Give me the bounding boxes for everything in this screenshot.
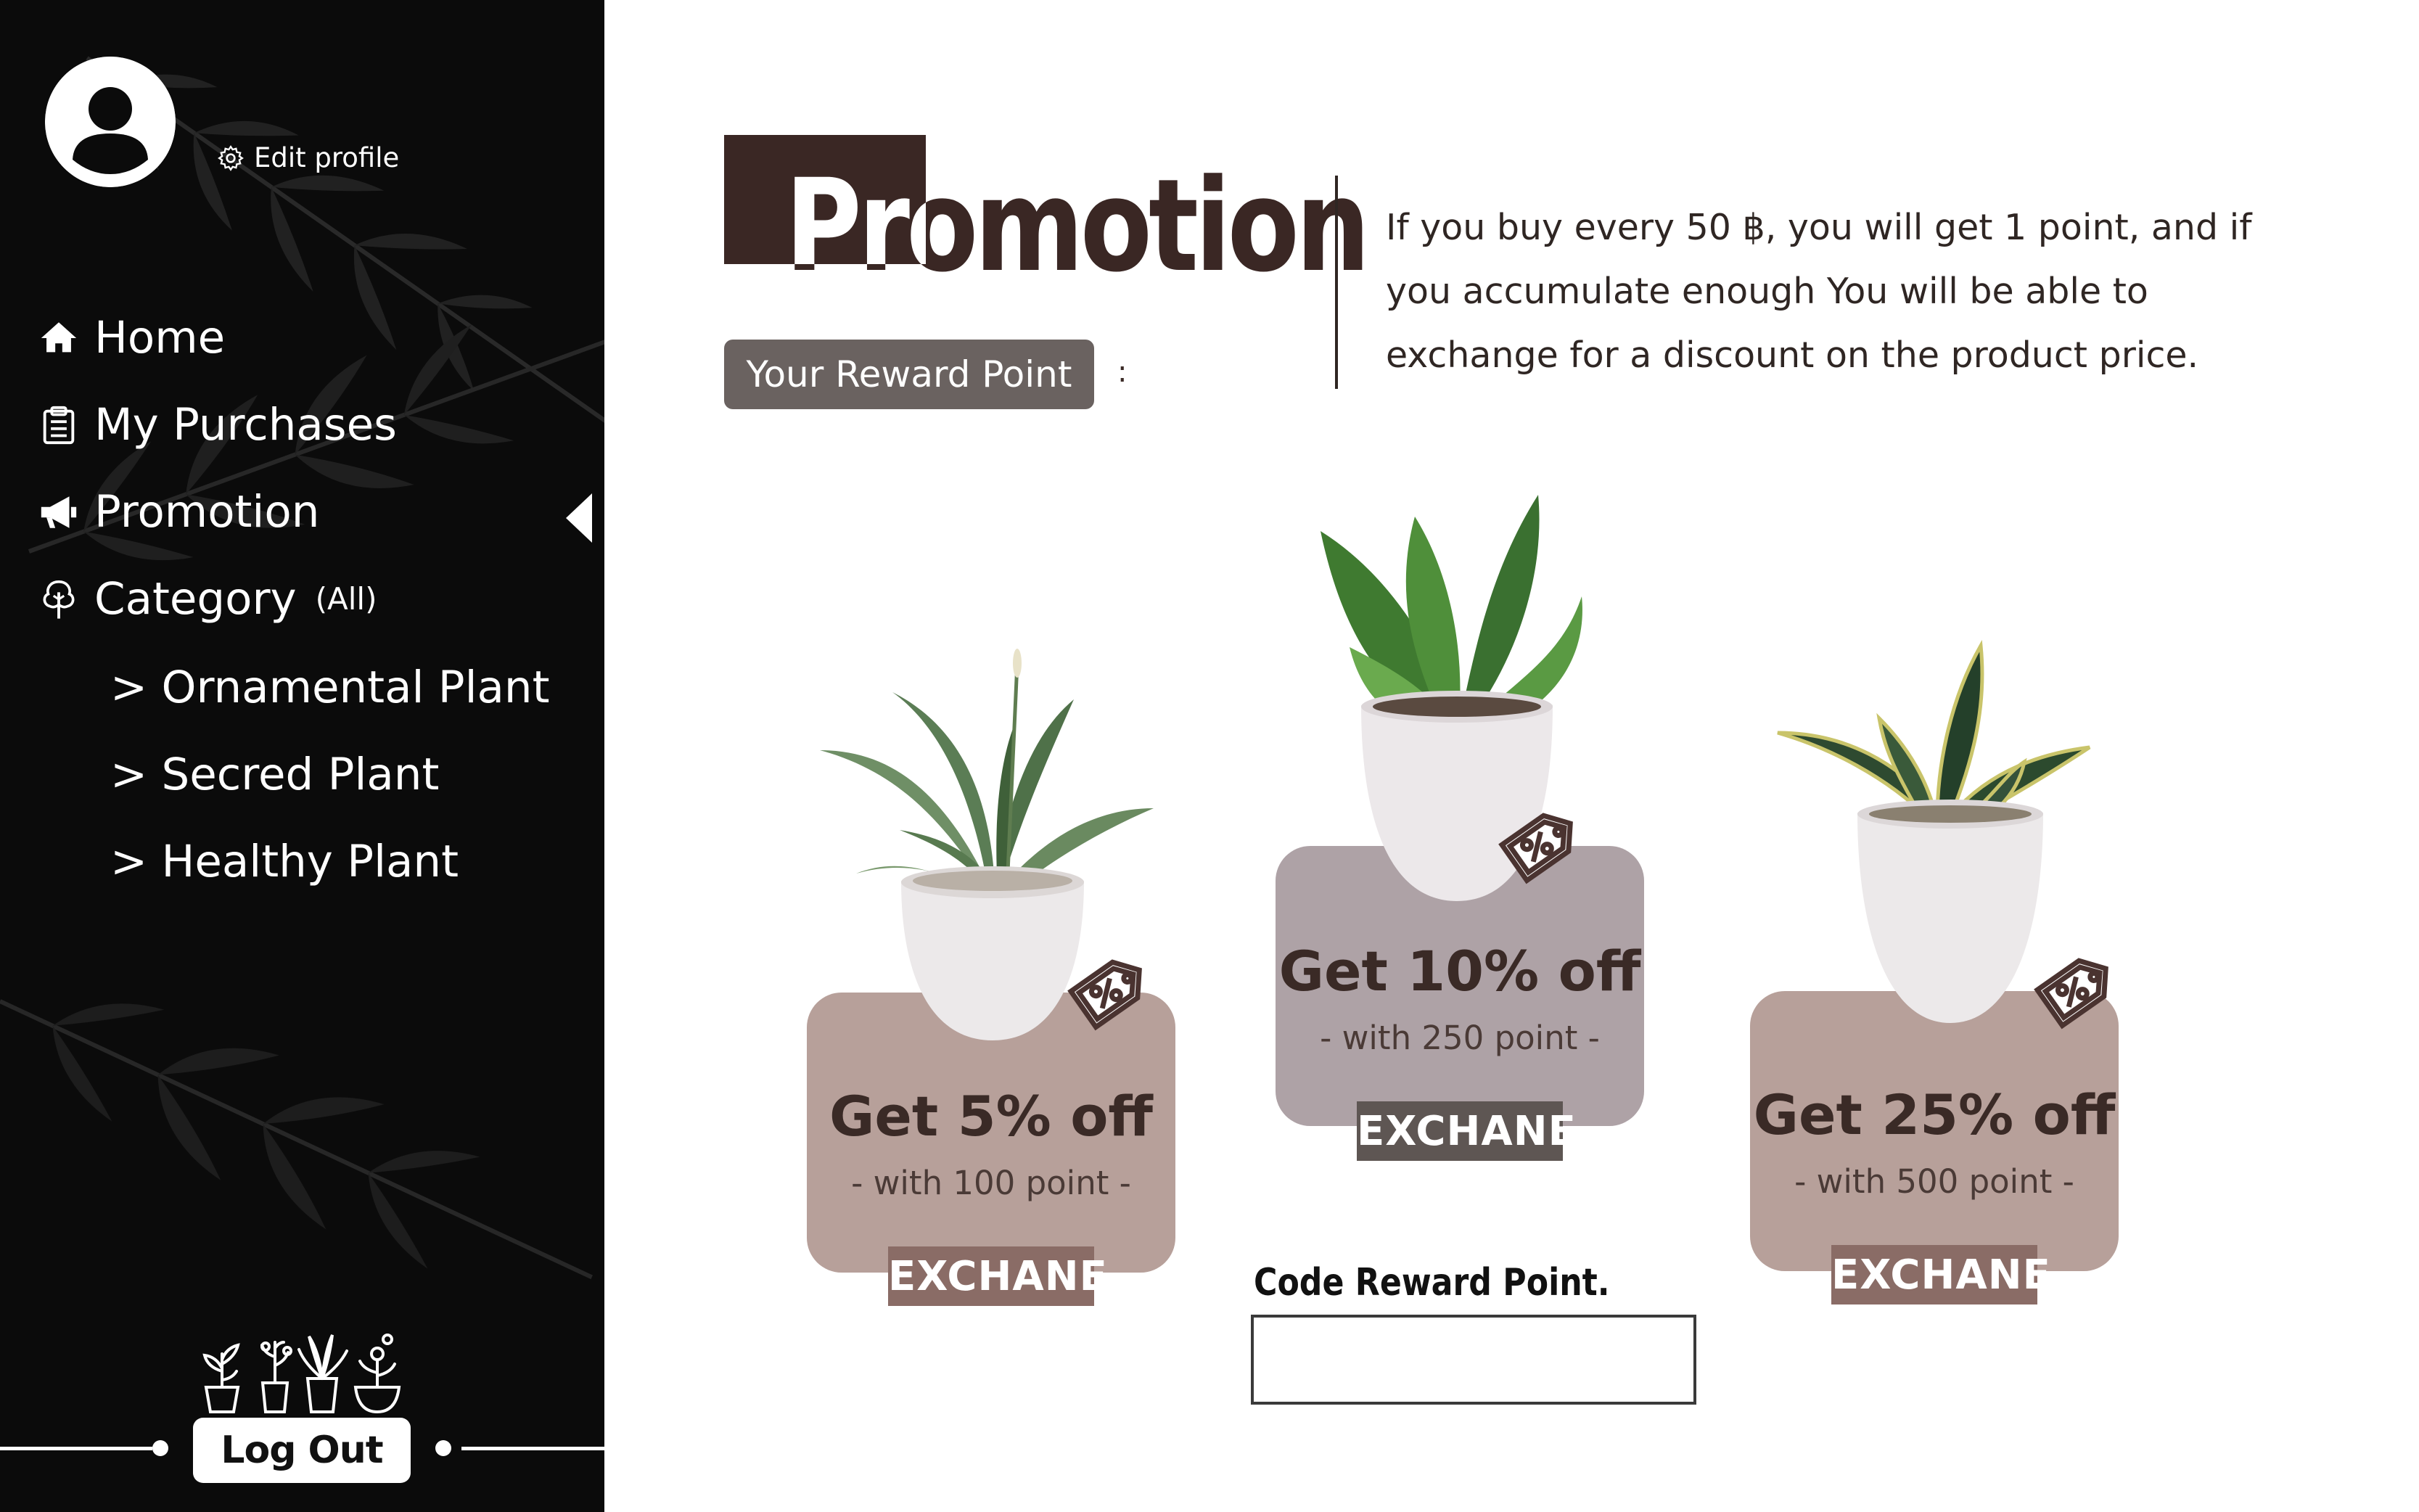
promotion-title: Get 25% off — [1753, 1082, 2116, 1147]
nav-item-home[interactable]: Home — [38, 312, 225, 363]
category-item-ornamental[interactable]: > Ornamental Plant — [110, 662, 550, 713]
promotion-requirement: - with 250 point - — [1320, 1019, 1600, 1057]
nav-label: Promotion — [94, 486, 320, 538]
exchange-button[interactable]: EXCHANE — [1357, 1101, 1576, 1161]
logout-button[interactable]: Log Out — [193, 1418, 411, 1483]
code-reward-point-input[interactable] — [1251, 1315, 1696, 1405]
promotion-title: Get 10% off — [1278, 939, 1641, 1003]
coupon-tag-icon — [1067, 959, 1142, 1031]
user-avatar-icon[interactable] — [45, 57, 176, 187]
exchange-button[interactable]: EXCHANE — [1831, 1245, 2050, 1304]
clipboard-icon — [43, 406, 75, 444]
code-reward-point-label: Code Reward Point. — [1254, 1261, 1610, 1304]
promotion-requirement: - with 100 point - — [851, 1164, 1131, 1202]
page-title-overlay: Promotion — [724, 135, 926, 265]
reward-point-label: Your Reward Point — [724, 340, 1094, 409]
nav-item-category[interactable]: Category (All) — [38, 573, 377, 625]
logout-divider-right — [461, 1447, 604, 1450]
category-item-healthy[interactable]: > Healthy Plant — [110, 836, 459, 887]
logout-divider-dot — [152, 1440, 168, 1456]
category-suffix: (All) — [315, 581, 377, 617]
nav-label: My Purchases — [94, 399, 397, 451]
exchange-button[interactable]: EXCHANE — [888, 1246, 1107, 1306]
potted-plants-icon — [202, 1334, 401, 1413]
logout-divider-dot — [435, 1440, 451, 1456]
sidebar: Edit profile Home My Purchases Promotion — [0, 0, 604, 1512]
coupon-tag-icon — [1498, 813, 1573, 884]
page-title-overlay-text: Promotion — [785, 152, 926, 265]
promotion-title: Get 5% off — [829, 1084, 1153, 1149]
header-divider — [1335, 176, 1338, 389]
logout-divider-left — [0, 1447, 152, 1450]
nav-label: Home — [94, 312, 226, 363]
home-icon — [41, 321, 77, 352]
promotion-info-text: If you buy every 50 ฿, you will get 1 po… — [1386, 207, 2252, 376]
reward-point-colon: : — [1117, 356, 1128, 389]
active-indicator-arrow — [566, 493, 592, 543]
gear-icon — [218, 144, 244, 171]
megaphone-icon — [41, 496, 77, 528]
nav-item-promotion[interactable]: Promotion — [38, 486, 319, 538]
nav-label: Category — [94, 573, 297, 625]
promotion-requirement: - with 500 point - — [1794, 1162, 2074, 1201]
edit-profile-link[interactable]: Edit profile — [216, 142, 399, 173]
tree-icon — [43, 580, 75, 619]
edit-profile-label: Edit profile — [254, 142, 400, 173]
coupon-tag-icon — [2034, 958, 2108, 1030]
category-item-secred[interactable]: > Secred Plant — [110, 749, 439, 800]
nav-item-my-purchases[interactable]: My Purchases — [38, 399, 397, 451]
